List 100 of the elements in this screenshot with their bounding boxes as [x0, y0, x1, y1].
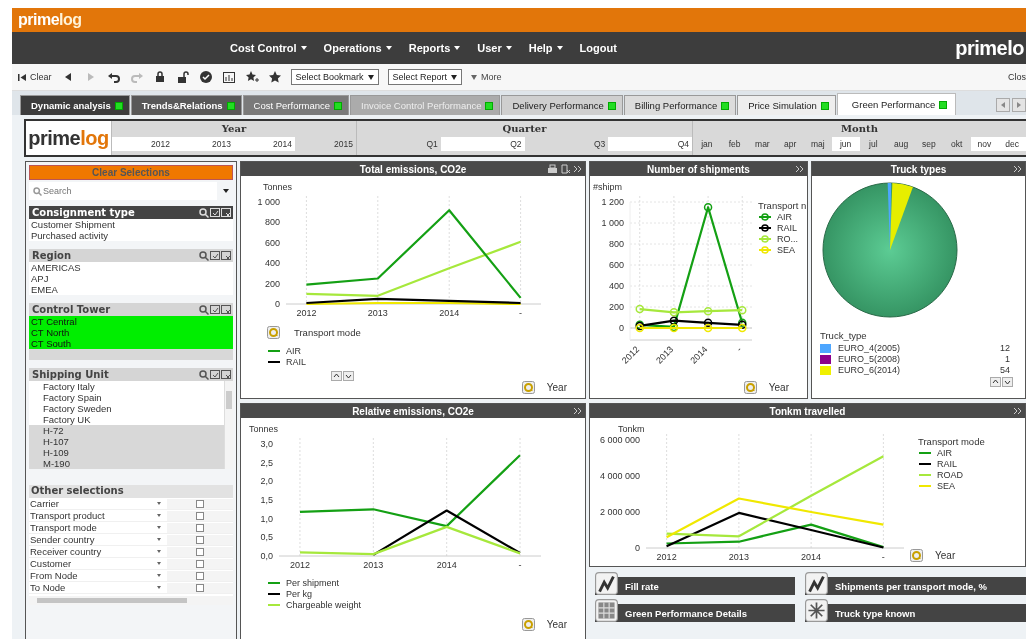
filter-value[interactable]: Q3: [524, 137, 609, 151]
menu-item[interactable]: Cost Control: [230, 42, 307, 54]
list-item[interactable]: Customer Shipment: [29, 219, 233, 230]
expand-icon[interactable]: [1014, 408, 1022, 414]
list-item[interactable]: EMEA: [29, 284, 233, 295]
scroll-down-button[interactable]: [1002, 377, 1013, 387]
list-item[interactable]: Factory UK: [29, 414, 224, 425]
checkbox[interactable]: [196, 547, 204, 556]
cycle-icon[interactable]: [521, 381, 535, 394]
menu-item[interactable]: Help: [528, 42, 563, 54]
scroll-up-button[interactable]: [331, 371, 342, 381]
list-item[interactable]: CT Central: [29, 316, 233, 327]
check-icon[interactable]: [198, 70, 213, 84]
checkbox[interactable]: [196, 583, 204, 592]
select-dropdown[interactable]: Select Report: [387, 69, 463, 85]
filter-value[interactable]: Q4: [608, 137, 692, 151]
search-field[interactable]: Search: [29, 182, 217, 200]
checkbox[interactable]: [196, 499, 204, 508]
shortcut-button[interactable]: Truck type known: [805, 598, 1026, 622]
filter-value[interactable]: 2012: [112, 137, 173, 151]
filter-value[interactable]: okt: [942, 137, 971, 151]
clear-button[interactable]: Clear: [18, 72, 52, 82]
cycle-icon[interactable]: [910, 549, 923, 562]
list-item[interactable]: APJ: [29, 273, 233, 284]
scroll-left-button[interactable]: [996, 98, 1010, 112]
shortcut-button[interactable]: Green Performance Details: [595, 598, 795, 622]
checkbox[interactable]: [196, 571, 204, 580]
cycle-icon[interactable]: [743, 381, 757, 394]
filter-value[interactable]: 2014: [234, 137, 295, 151]
tab[interactable]: Trends&Relations: [130, 95, 242, 115]
search-icon[interactable]: [199, 207, 209, 218]
scrollbar[interactable]: [224, 381, 233, 469]
expand-icon[interactable]: [796, 166, 804, 172]
checkbox[interactable]: [196, 511, 204, 520]
expand-icon[interactable]: [574, 166, 582, 172]
list-item[interactable]: Factory Spain: [29, 392, 224, 403]
scroll-up-button[interactable]: [990, 377, 1001, 387]
cycle-icon[interactable]: [521, 618, 535, 631]
filter-value[interactable]: maj: [804, 137, 832, 151]
tab[interactable]: Cost Performance: [242, 95, 350, 115]
list-item[interactable]: M-190: [29, 458, 224, 469]
search-icon[interactable]: [199, 304, 209, 315]
checkbox[interactable]: [196, 559, 204, 568]
filter-value[interactable]: feb: [720, 137, 749, 151]
scroll-down-button[interactable]: [343, 371, 354, 381]
dropdown-icon[interactable]: [223, 189, 229, 193]
filter-value[interactable]: apr: [776, 137, 804, 151]
tab[interactable]: Dynamic analysis: [20, 95, 130, 115]
list-item[interactable]: Factory Italy: [29, 381, 224, 392]
unlock-icon[interactable]: [175, 70, 190, 84]
list-item[interactable]: CT North: [29, 327, 233, 338]
undo-icon[interactable]: [106, 70, 121, 84]
print-icon[interactable]: [547, 164, 558, 174]
star-add-icon[interactable]: [244, 70, 259, 84]
scrollbar[interactable]: [29, 596, 233, 605]
filter-value[interactable]: dec: [998, 137, 1026, 151]
export-icon[interactable]: [561, 164, 571, 174]
list-item[interactable]: H-109: [29, 447, 224, 458]
checkbox[interactable]: [196, 523, 204, 532]
select-all-icon[interactable]: [210, 304, 220, 315]
select-all-icon[interactable]: [210, 369, 220, 380]
filter-value[interactable]: nov: [970, 137, 999, 151]
list-item[interactable]: Purchased activity: [29, 230, 233, 241]
list-item[interactable]: AMERICAS: [29, 262, 233, 273]
search-icon[interactable]: [199, 369, 209, 380]
menu-item[interactable]: Operations: [323, 42, 392, 54]
tab[interactable]: Delivery Performance: [501, 95, 623, 115]
list-item[interactable]: H-72: [29, 425, 224, 436]
expand-icon[interactable]: [1014, 166, 1022, 172]
cycle-icon[interactable]: [267, 326, 280, 339]
clear-icon[interactable]: [221, 304, 231, 315]
list-item[interactable]: CT South: [29, 338, 233, 349]
menu-item[interactable]: Logout: [579, 42, 617, 54]
scroll-right-button[interactable]: [1012, 98, 1026, 112]
filter-value[interactable]: jun: [831, 137, 860, 151]
filter-value[interactable]: Q2: [440, 137, 525, 151]
select-dropdown[interactable]: Select Bookmark: [290, 69, 379, 85]
filter-value[interactable]: Q1: [357, 137, 441, 151]
filter-value[interactable]: sep: [915, 137, 943, 151]
expand-icon[interactable]: [574, 408, 582, 414]
filter-value[interactable]: 2013: [173, 137, 234, 151]
list-item[interactable]: H-107: [29, 436, 224, 447]
menu-item[interactable]: Reports: [408, 42, 461, 54]
clear-icon[interactable]: [221, 369, 231, 380]
tab[interactable]: Green Performance: [836, 93, 957, 115]
star-icon[interactable]: [267, 70, 282, 84]
filter-value[interactable]: jan: [693, 137, 721, 151]
filter-value[interactable]: 2015: [295, 137, 356, 151]
select-all-icon[interactable]: [210, 250, 220, 261]
checkbox[interactable]: [196, 535, 204, 544]
tab[interactable]: Billing Performance: [623, 95, 737, 115]
list-item[interactable]: Factory Sweden: [29, 403, 224, 414]
close-button[interactable]: Clos: [1008, 72, 1026, 82]
tab[interactable]: Price Simulation: [737, 95, 836, 115]
shortcut-button[interactable]: Shipments per transport mode, %: [805, 571, 1026, 595]
filter-value[interactable]: jul: [859, 137, 888, 151]
filter-value[interactable]: mar: [748, 137, 777, 151]
clear-icon[interactable]: [221, 250, 231, 261]
more-button[interactable]: More: [471, 72, 502, 82]
chart-icon[interactable]: [221, 70, 236, 84]
